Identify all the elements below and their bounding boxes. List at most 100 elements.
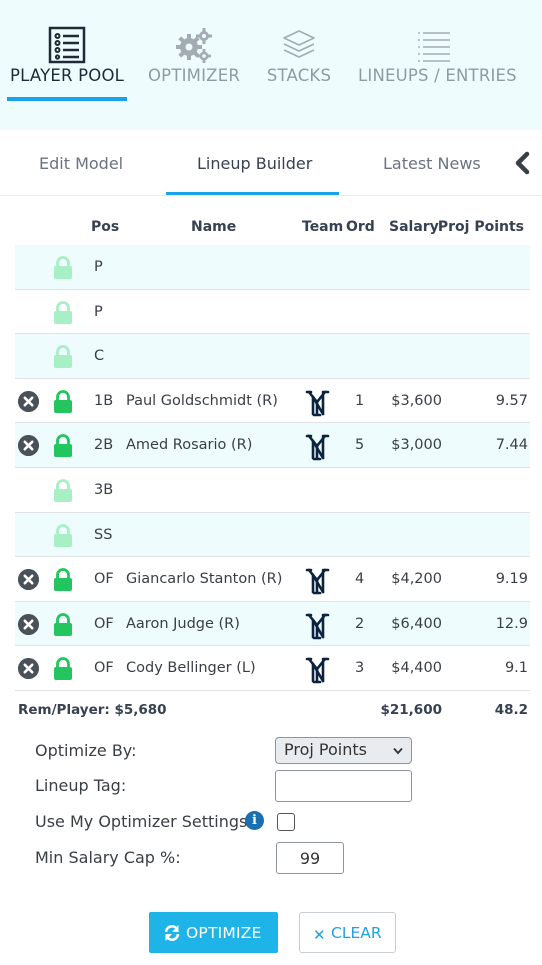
refresh-icon bbox=[164, 925, 180, 941]
player-ord: 2 bbox=[355, 615, 365, 632]
col-pos[interactable]: Pos bbox=[91, 219, 119, 235]
nav-active-indicator bbox=[7, 97, 127, 101]
col-salary[interactable]: Salary bbox=[389, 219, 439, 235]
table-row: SS bbox=[15, 512, 530, 558]
layers-icon bbox=[283, 30, 315, 58]
clear-button-label: CLEAR bbox=[331, 924, 382, 942]
table-row: P bbox=[15, 290, 530, 335]
lock-icon[interactable] bbox=[52, 389, 74, 413]
player-salary: $4,200 bbox=[391, 571, 442, 588]
player-pos: 3B bbox=[94, 482, 114, 498]
table-row: P bbox=[15, 245, 530, 290]
chevron-down-icon bbox=[393, 747, 403, 755]
rem-per-player: Rem/Player: $5,680 bbox=[18, 702, 167, 718]
lock-icon[interactable] bbox=[52, 479, 74, 502]
tab-lineup-builder[interactable]: Lineup Builder bbox=[197, 154, 312, 173]
player-pos: C bbox=[94, 348, 105, 365]
player-salary: $4,400 bbox=[391, 660, 442, 677]
table-row: C bbox=[15, 334, 530, 379]
top-nav: PLAYER POOL OPTIMIZER STACKS LINEUPS / E… bbox=[0, 0, 542, 130]
col-name[interactable]: Name bbox=[191, 219, 236, 235]
remove-player-icon[interactable] bbox=[18, 569, 39, 591]
table-row: 1B Paul Goldschmidt (R) 1 $3,600 9.57 bbox=[15, 379, 530, 424]
player-pos: SS bbox=[94, 526, 113, 543]
tab-edit-model[interactable]: Edit Model bbox=[39, 154, 123, 173]
clear-button[interactable]: ✕ CLEAR bbox=[299, 912, 396, 953]
close-icon: ✕ bbox=[313, 926, 326, 944]
lock-icon[interactable] bbox=[52, 300, 74, 324]
nav-stacks[interactable]: STACKS bbox=[263, 0, 335, 110]
list-icon bbox=[418, 32, 450, 62]
player-pos: P bbox=[94, 259, 103, 275]
yankees-logo-icon bbox=[305, 435, 330, 461]
gears-icon bbox=[176, 28, 212, 63]
min-salary-cap-label: Min Salary Cap %: bbox=[35, 848, 181, 867]
player-ord: 1 bbox=[355, 392, 365, 409]
optimize-by-label: Optimize By: bbox=[35, 741, 137, 760]
lock-icon[interactable] bbox=[52, 434, 74, 458]
player-ord: 4 bbox=[355, 571, 365, 588]
player-pos: OF bbox=[94, 615, 114, 632]
yankees-logo-icon bbox=[305, 390, 330, 417]
player-salary: $3,000 bbox=[391, 437, 442, 454]
lineup-tag-input[interactable] bbox=[275, 770, 412, 802]
nav-label: STACKS bbox=[266, 66, 332, 85]
player-name[interactable]: Cody Bellinger (L) bbox=[126, 660, 256, 676]
lock-icon[interactable] bbox=[52, 657, 74, 681]
info-icon[interactable]: i bbox=[245, 811, 264, 830]
nav-optimizer[interactable]: OPTIMIZER bbox=[146, 0, 242, 110]
player-name[interactable]: Aaron Judge (R) bbox=[126, 616, 240, 632]
panel-tabs: Edit Model Lineup Builder Latest News bbox=[0, 130, 542, 196]
col-team[interactable]: Team bbox=[302, 219, 343, 235]
remove-player-icon[interactable] bbox=[18, 658, 39, 680]
yankees-logo-icon bbox=[305, 568, 330, 595]
player-pos: OF bbox=[94, 571, 114, 588]
optimize-by-select[interactable]: Proj Points bbox=[275, 737, 412, 764]
table-row: 2B Amed Rosario (R) 5 $3,000 7.44 bbox=[15, 423, 530, 468]
tab-latest-news[interactable]: Latest News bbox=[383, 154, 481, 173]
player-pos: 1B bbox=[94, 392, 114, 409]
yankees-logo-icon bbox=[305, 613, 330, 640]
player-proj-points: 12.9 bbox=[495, 615, 528, 632]
nav-player-pool[interactable]: PLAYER POOL bbox=[7, 0, 127, 110]
remove-player-icon[interactable] bbox=[18, 613, 39, 635]
table-header: Pos Name Team Ord Salary Proj Points bbox=[15, 200, 530, 245]
lock-icon[interactable] bbox=[52, 523, 74, 547]
player-proj-points: 9.19 bbox=[495, 571, 528, 588]
lock-icon[interactable] bbox=[52, 568, 74, 592]
totals-row: Rem/Player: $5,680 $21,600 48.2 bbox=[15, 692, 530, 730]
remove-player-icon[interactable] bbox=[18, 435, 39, 457]
tab-active-indicator bbox=[166, 192, 339, 195]
use-optimizer-settings-label: Use My Optimizer Settings bbox=[35, 812, 248, 831]
player-proj-points: 9.57 bbox=[495, 392, 528, 409]
player-proj-points: 7.44 bbox=[495, 437, 528, 454]
player-ord: 3 bbox=[355, 660, 365, 677]
lock-icon[interactable] bbox=[52, 345, 74, 369]
use-optimizer-settings-checkbox[interactable] bbox=[277, 813, 295, 831]
col-proj-points[interactable]: Proj Points bbox=[438, 219, 524, 235]
nav-label: LINEUPS / ENTRIES bbox=[358, 66, 517, 85]
player-name[interactable]: Giancarlo Stanton (R) bbox=[126, 571, 282, 587]
chevron-left-icon[interactable] bbox=[512, 150, 532, 176]
col-ord[interactable]: Ord bbox=[346, 219, 375, 235]
total-salary: $21,600 bbox=[380, 702, 443, 718]
lineup-tag-label: Lineup Tag: bbox=[35, 776, 127, 795]
player-pos: P bbox=[94, 303, 103, 320]
table-row: OF Giancarlo Stanton (R) 4 $4,200 9.19 bbox=[15, 557, 530, 602]
player-salary: $3,600 bbox=[391, 392, 442, 409]
nav-lineups-entries[interactable]: LINEUPS / ENTRIES bbox=[358, 0, 517, 110]
player-name[interactable]: Paul Goldschmidt (R) bbox=[126, 393, 278, 409]
table-row: 3B bbox=[15, 468, 530, 513]
lock-icon[interactable] bbox=[52, 612, 74, 636]
optimize-button[interactable]: OPTIMIZE bbox=[149, 912, 278, 953]
min-salary-cap-input[interactable]: 99 bbox=[276, 842, 344, 874]
total-proj-points: 48.2 bbox=[494, 702, 528, 718]
player-proj-points: 9.1 bbox=[504, 660, 528, 677]
player-name[interactable]: Amed Rosario (R) bbox=[126, 437, 252, 453]
checklist-icon bbox=[48, 26, 86, 64]
yankees-logo-icon bbox=[305, 658, 330, 684]
remove-player-icon[interactable] bbox=[18, 390, 39, 412]
lock-icon[interactable] bbox=[52, 256, 74, 279]
player-salary: $6,400 bbox=[391, 615, 442, 632]
optimize-button-label: OPTIMIZE bbox=[186, 924, 262, 942]
